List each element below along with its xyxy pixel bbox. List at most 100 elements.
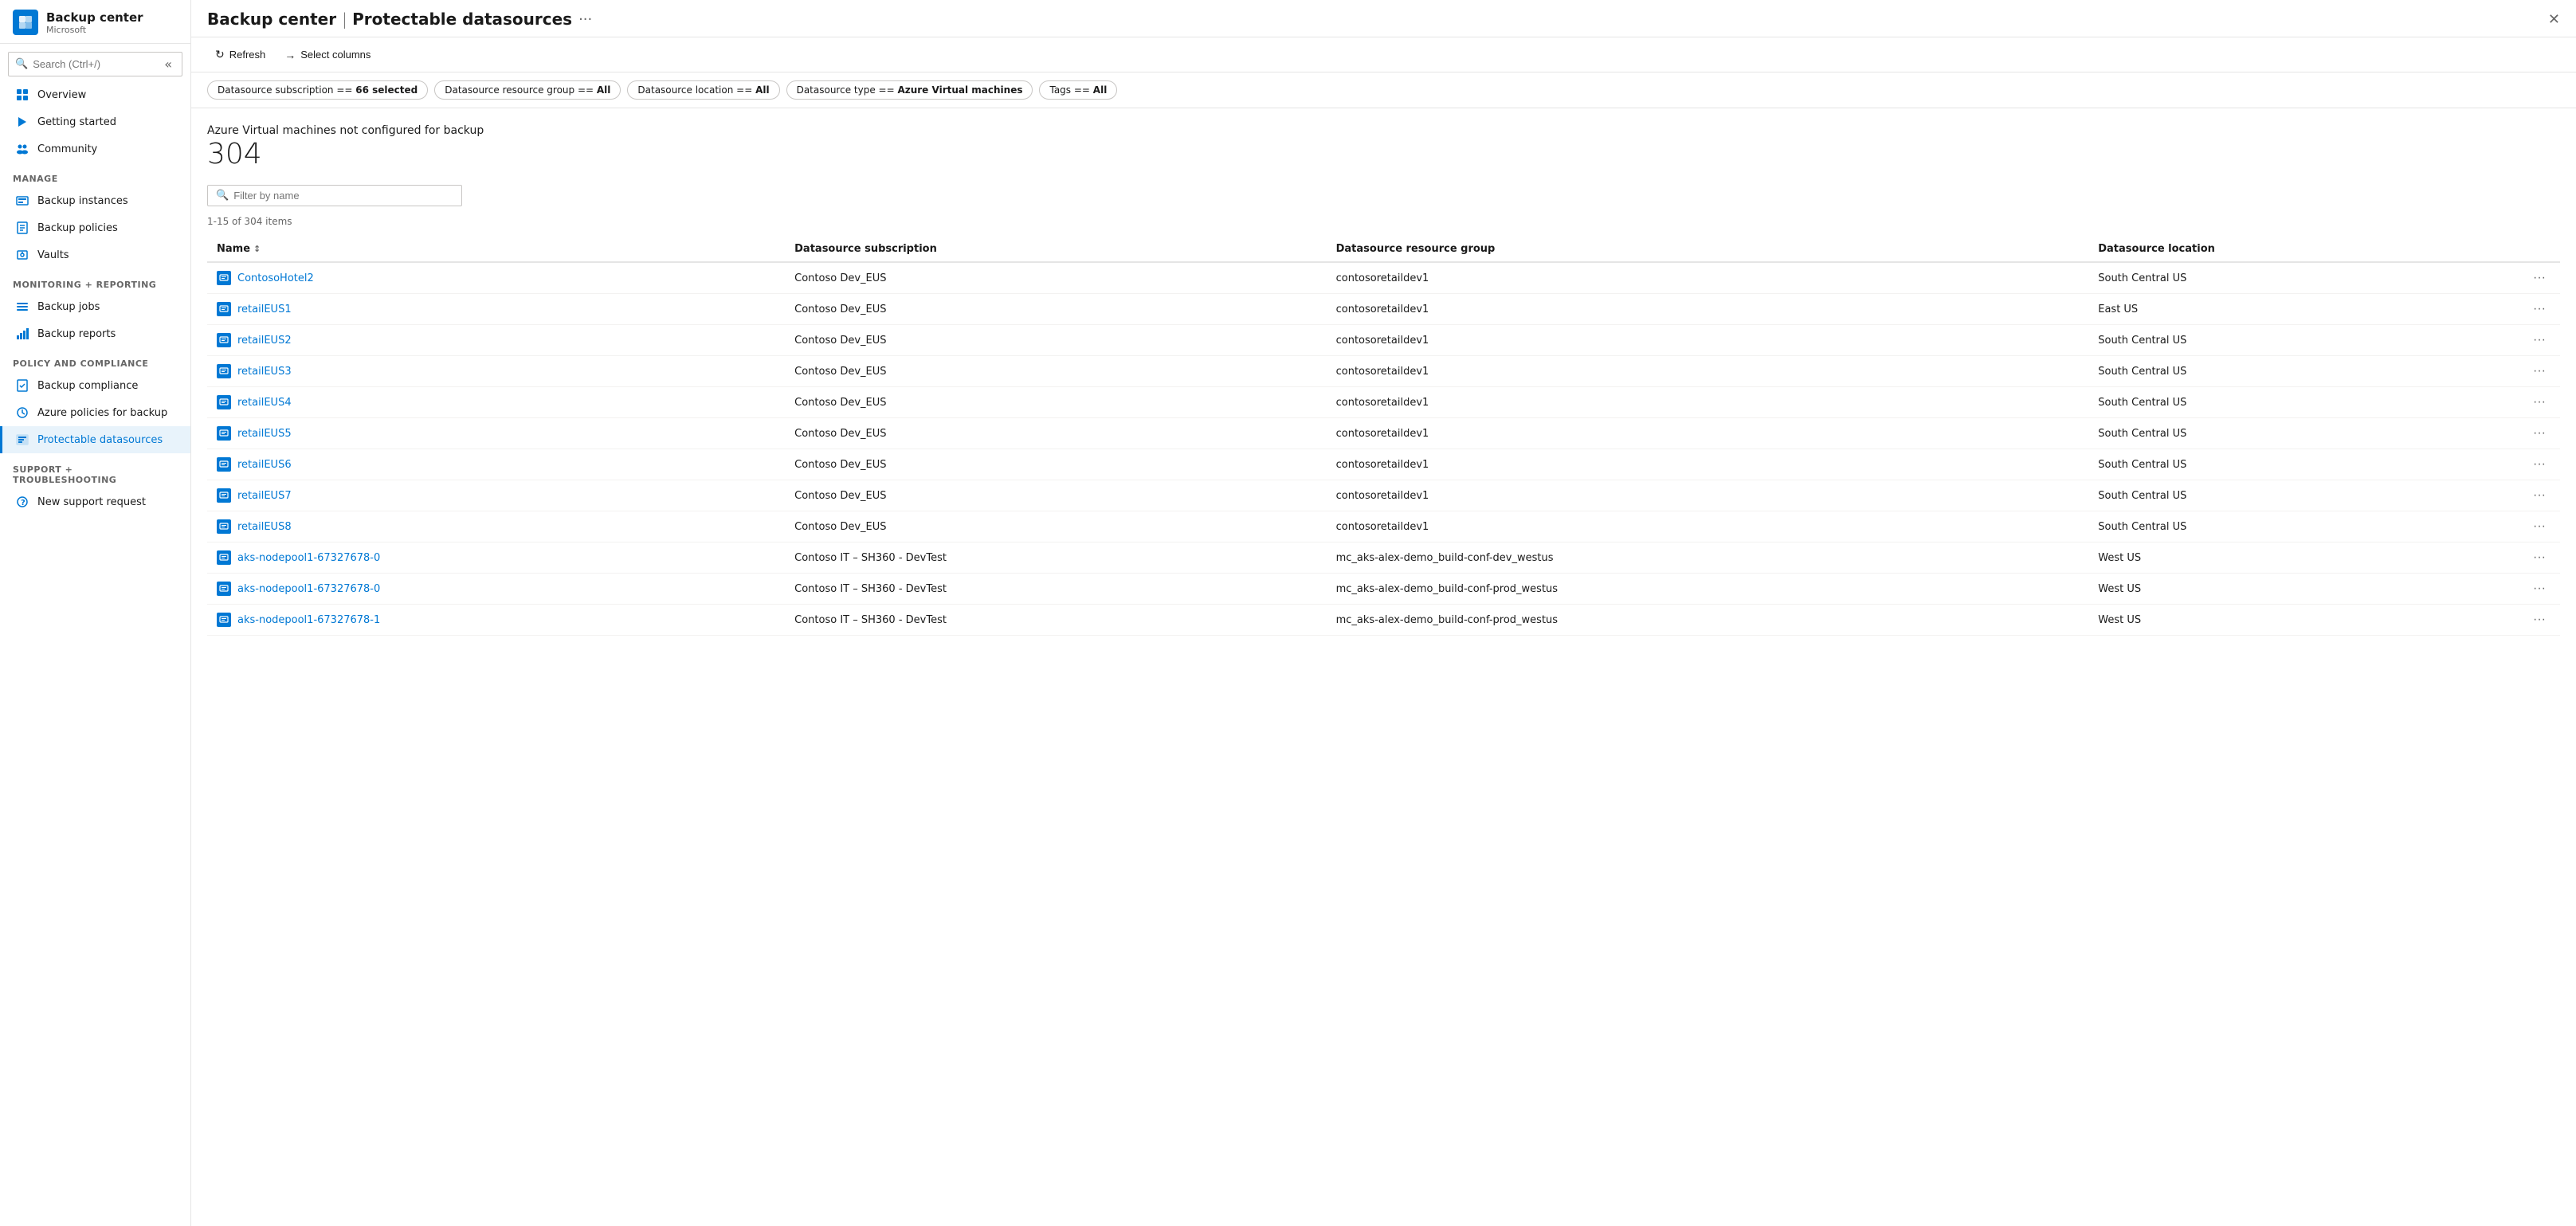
vm-icon [217, 426, 231, 441]
vm-icon [217, 582, 231, 596]
filter-by-name-input[interactable] [233, 190, 453, 202]
row-resource-group: mc_aks-alex-demo_build-conf-dev_westus [1327, 542, 2089, 574]
vm-icon [217, 457, 231, 472]
row-ellipsis-button[interactable]: ··· [2528, 611, 2551, 629]
vm-icon [217, 395, 231, 409]
table-header-row: Name ↕ Datasource subscription Datasourc… [207, 237, 2560, 262]
row-location: West US [2088, 574, 2519, 605]
sidebar-search-container[interactable]: 🔍 « [8, 52, 182, 76]
sidebar-item-backup-instances[interactable]: Backup instances [0, 187, 190, 214]
th-resource-group: Datasource resource group [1327, 237, 2089, 262]
row-actions: ··· [2519, 262, 2560, 294]
sidebar-item-backup-compliance[interactable]: Backup compliance [0, 372, 190, 399]
row-ellipsis-button[interactable]: ··· [2528, 331, 2551, 349]
th-name-sort[interactable]: Name ↕ [217, 243, 775, 255]
row-subscription: Contoso Dev_EUS [785, 418, 1326, 449]
row-location: South Central US [2088, 511, 2519, 542]
sidebar-item-new-support-request-label: New support request [37, 496, 146, 508]
search-input[interactable] [33, 58, 156, 70]
row-subscription: Contoso Dev_EUS [785, 449, 1326, 480]
row-resource-group: mc_aks-alex-demo_build-conf-prod_westus [1327, 605, 2089, 636]
sidebar-item-backup-policies[interactable]: Backup policies [0, 214, 190, 241]
row-ellipsis-button[interactable]: ··· [2528, 362, 2551, 380]
new-support-request-icon: ? [15, 495, 29, 509]
row-ellipsis-button[interactable]: ··· [2528, 394, 2551, 411]
filter-location[interactable]: Datasource location == All [627, 80, 779, 100]
row-location: West US [2088, 605, 2519, 636]
refresh-button[interactable]: ↻ Refresh [207, 44, 273, 65]
row-actions: ··· [2519, 418, 2560, 449]
community-icon [15, 142, 29, 156]
row-ellipsis-button[interactable]: ··· [2528, 549, 2551, 566]
vm-name[interactable]: retailEUS6 [237, 459, 292, 471]
row-ellipsis-button[interactable]: ··· [2528, 300, 2551, 318]
row-name-cell: retailEUS2 [207, 325, 785, 356]
sidebar-item-backup-jobs[interactable]: Backup jobs [0, 293, 190, 320]
sidebar-item-azure-policies-label: Azure policies for backup [37, 407, 167, 419]
sidebar-item-community[interactable]: Community [0, 135, 190, 163]
more-options-icon[interactable]: ··· [578, 11, 592, 28]
toolbar: ↻ Refresh → Select columns [191, 37, 2576, 72]
filter-resource-group[interactable]: Datasource resource group == All [434, 80, 621, 100]
vm-name[interactable]: retailEUS4 [237, 397, 292, 409]
vm-name[interactable]: retailEUS5 [237, 428, 292, 440]
table-row: ContosoHotel2 Contoso Dev_EUS contosoret… [207, 262, 2560, 294]
vm-name[interactable]: aks-nodepool1-67327678-1 [237, 614, 380, 626]
refresh-label: Refresh [229, 49, 266, 61]
sidebar-item-vaults[interactable]: Vaults [0, 241, 190, 268]
sidebar-item-backup-reports[interactable]: Backup reports [0, 320, 190, 347]
sidebar-item-getting-started[interactable]: Getting started [0, 108, 190, 135]
row-resource-group: contosoretaildev1 [1327, 262, 2089, 294]
table-row: aks-nodepool1-67327678-1 Contoso IT – SH… [207, 605, 2560, 636]
row-ellipsis-button[interactable]: ··· [2528, 269, 2551, 287]
items-count: 1-15 of 304 items [207, 216, 2560, 227]
table-row: aks-nodepool1-67327678-0 Contoso IT – SH… [207, 542, 2560, 574]
row-ellipsis-button[interactable]: ··· [2528, 425, 2551, 442]
row-ellipsis-button[interactable]: ··· [2528, 456, 2551, 473]
row-resource-group: contosoretaildev1 [1327, 449, 2089, 480]
filter-tags[interactable]: Tags == All [1039, 80, 1117, 100]
row-subscription: Contoso Dev_EUS [785, 387, 1326, 418]
row-location: South Central US [2088, 325, 2519, 356]
vm-name[interactable]: retailEUS7 [237, 490, 292, 502]
vm-name[interactable]: retailEUS1 [237, 304, 292, 315]
vm-icon [217, 333, 231, 347]
row-location: South Central US [2088, 449, 2519, 480]
row-ellipsis-button[interactable]: ··· [2528, 518, 2551, 535]
row-location: South Central US [2088, 356, 2519, 387]
sidebar-item-new-support-request[interactable]: ? New support request [0, 488, 190, 515]
table-row: retailEUS1 Contoso Dev_EUS contosoretail… [207, 294, 2560, 325]
filter-input-container[interactable]: 🔍 [207, 185, 462, 206]
vm-name[interactable]: retailEUS2 [237, 335, 292, 347]
sidebar-item-overview[interactable]: Overview [0, 81, 190, 108]
search-icon: 🔍 [15, 58, 28, 70]
row-ellipsis-button[interactable]: ··· [2528, 487, 2551, 504]
vm-name[interactable]: retailEUS8 [237, 521, 292, 533]
filter-subscription[interactable]: Datasource subscription == 66 selected [207, 80, 428, 100]
row-subscription: Contoso Dev_EUS [785, 325, 1326, 356]
collapse-button[interactable]: « [161, 57, 175, 72]
filters-bar: Datasource subscription == 66 selected D… [191, 72, 2576, 108]
select-columns-button[interactable]: → Select columns [276, 45, 378, 65]
vm-icon [217, 519, 231, 534]
sidebar-item-azure-policies[interactable]: Azure policies for backup [0, 399, 190, 426]
row-name-cell: retailEUS6 [207, 449, 785, 480]
filter-type[interactable]: Datasource type == Azure Virtual machine… [786, 80, 1033, 100]
close-button[interactable]: ✕ [2548, 11, 2560, 28]
row-location: South Central US [2088, 387, 2519, 418]
row-resource-group: contosoretaildev1 [1327, 325, 2089, 356]
table-header: Name ↕ Datasource subscription Datasourc… [207, 237, 2560, 262]
vm-name[interactable]: ContosoHotel2 [237, 272, 314, 284]
row-subscription: Contoso Dev_EUS [785, 294, 1326, 325]
row-ellipsis-button[interactable]: ··· [2528, 580, 2551, 597]
filter-search-icon: 🔍 [216, 190, 229, 202]
vm-name[interactable]: retailEUS3 [237, 366, 292, 378]
page-title: Backup center | Protectable datasources [207, 10, 572, 29]
protectable-datasources-icon [15, 433, 29, 447]
vm-name[interactable]: aks-nodepool1-67327678-0 [237, 583, 380, 595]
vm-name[interactable]: aks-nodepool1-67327678-0 [237, 552, 380, 564]
row-name-cell: aks-nodepool1-67327678-1 [207, 605, 785, 636]
row-name-cell: aks-nodepool1-67327678-0 [207, 542, 785, 574]
sidebar-item-protectable-datasources[interactable]: Protectable datasources [0, 426, 190, 453]
row-resource-group: contosoretaildev1 [1327, 356, 2089, 387]
